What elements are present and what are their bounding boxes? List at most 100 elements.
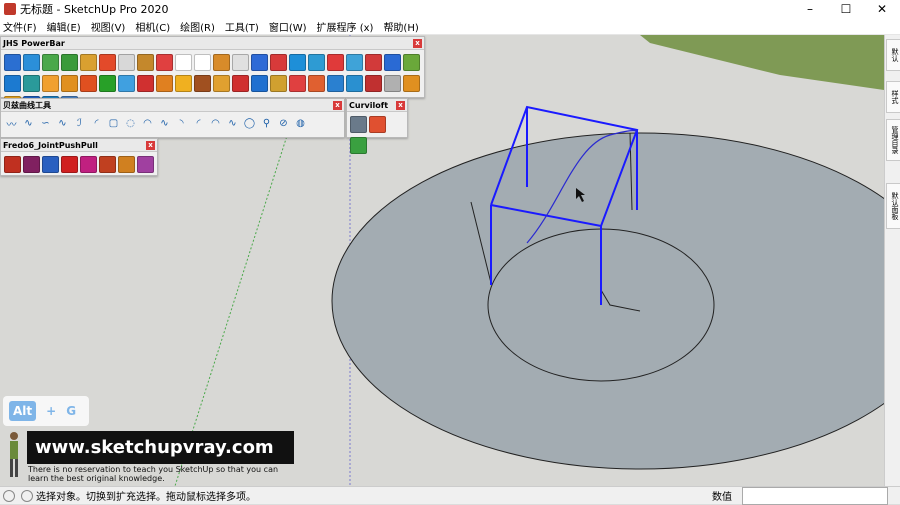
bezier-tool-10-icon[interactable]: ∿ bbox=[157, 116, 172, 131]
bezier-tool-18-icon[interactable]: ◍ bbox=[293, 116, 308, 131]
jhs-tool-34-icon[interactable] bbox=[213, 75, 230, 92]
jhs-tool-38-icon[interactable] bbox=[289, 75, 306, 92]
bezier-tool-11-icon[interactable]: ◝ bbox=[174, 116, 189, 131]
jhs-tool-11-icon[interactable] bbox=[194, 54, 211, 71]
jhs-tool-40-icon[interactable] bbox=[327, 75, 344, 92]
jhs-tool-18-icon[interactable] bbox=[327, 54, 344, 71]
bezier-tool-1-icon[interactable]: 〰 bbox=[4, 116, 19, 131]
jhs-tool-43-icon[interactable] bbox=[384, 75, 401, 92]
jhs-tool-37-icon[interactable] bbox=[270, 75, 287, 92]
jointpushpull-tool-4-icon[interactable] bbox=[61, 156, 78, 173]
jhs-tool-19-icon[interactable] bbox=[346, 54, 363, 71]
jhs-tool-23-icon[interactable] bbox=[4, 75, 21, 92]
jointpushpull-tool-7-icon[interactable] bbox=[118, 156, 135, 173]
jointpushpull-tool-8-icon[interactable] bbox=[137, 156, 154, 173]
menu-camera[interactable]: 相机(C) bbox=[132, 19, 177, 34]
bezier-tool-15-icon[interactable]: ◯ bbox=[242, 116, 257, 131]
menu-window[interactable]: 窗口(W) bbox=[266, 19, 314, 34]
key-g: G bbox=[66, 404, 77, 418]
info-icon[interactable] bbox=[3, 489, 15, 502]
menu-view[interactable]: 视图(V) bbox=[88, 19, 133, 34]
close-button[interactable]: ✕ bbox=[864, 0, 900, 18]
bezier-tool-7-icon[interactable]: ▢ bbox=[106, 116, 121, 131]
jhs-tool-12-icon[interactable] bbox=[213, 54, 230, 71]
jhs-tool-27-icon[interactable] bbox=[80, 75, 97, 92]
tray-tab-components[interactable]: 管理目录 bbox=[886, 119, 900, 161]
jhs-tool-17-icon[interactable] bbox=[308, 54, 325, 71]
bezier-tool-5-icon[interactable]: ℐ bbox=[72, 116, 87, 131]
menu-help[interactable]: 帮助(H) bbox=[380, 19, 425, 34]
jhs-tool-26-icon[interactable] bbox=[61, 75, 78, 92]
close-icon[interactable]: x bbox=[413, 38, 422, 48]
minimize-button[interactable]: – bbox=[792, 0, 828, 18]
close-icon[interactable]: x bbox=[396, 100, 405, 110]
jhs-tool-5-icon[interactable] bbox=[80, 54, 97, 71]
jointpushpull-tool-3-icon[interactable] bbox=[42, 156, 59, 173]
jointpushpull-tool-6-icon[interactable] bbox=[99, 156, 116, 173]
curviloft-tool-3-icon[interactable] bbox=[350, 137, 367, 154]
menu-file[interactable]: 文件(F) bbox=[0, 19, 44, 34]
jhs-tool-15-icon[interactable] bbox=[270, 54, 287, 71]
menu-extensions[interactable]: 扩展程序 (x) bbox=[314, 19, 381, 34]
bezier-tool-14-icon[interactable]: ∿ bbox=[225, 116, 240, 131]
jhs-tool-28-icon[interactable] bbox=[99, 75, 116, 92]
bezier-tool-4-icon[interactable]: ∿ bbox=[55, 116, 70, 131]
measurements-input[interactable] bbox=[742, 487, 888, 505]
jhs-tool-7-icon[interactable] bbox=[118, 54, 135, 71]
jhs-tool-6-icon[interactable] bbox=[99, 54, 116, 71]
jhs-tool-25-icon[interactable] bbox=[42, 75, 59, 92]
bezier-tool-9-icon[interactable]: ◠ bbox=[140, 116, 155, 131]
jhs-tool-41-icon[interactable] bbox=[346, 75, 363, 92]
jointpushpull-tool-5-icon[interactable] bbox=[80, 156, 97, 173]
jhs-tool-36-icon[interactable] bbox=[251, 75, 268, 92]
jhs-tool-8-icon[interactable] bbox=[137, 54, 154, 71]
jhs-tool-9-icon[interactable] bbox=[156, 54, 173, 71]
status-message: 选择对象。切换到扩充选择。拖动鼠标选择多项。 bbox=[36, 492, 256, 503]
close-icon[interactable]: x bbox=[146, 140, 155, 150]
jhs-tool-10-icon[interactable] bbox=[175, 54, 192, 71]
jhs-tool-30-icon[interactable] bbox=[137, 75, 154, 92]
bezier-tool-16-icon[interactable]: ⚲ bbox=[259, 116, 274, 131]
bezier-tool-17-icon[interactable]: ⊘ bbox=[276, 116, 291, 131]
jhs-tool-21-icon[interactable] bbox=[384, 54, 401, 71]
jhs-tool-44-icon[interactable] bbox=[403, 75, 420, 92]
menu-draw[interactable]: 绘图(R) bbox=[177, 19, 222, 34]
geo-location-icon[interactable] bbox=[21, 489, 33, 502]
keyboard-shortcut-hint: Alt + G bbox=[3, 396, 89, 426]
bezier-tool-6-icon[interactable]: ◜ bbox=[89, 116, 104, 131]
menu-edit[interactable]: 编辑(E) bbox=[44, 19, 88, 34]
menu-tools[interactable]: 工具(T) bbox=[222, 19, 266, 34]
bezier-tool-12-icon[interactable]: ◜ bbox=[191, 116, 206, 131]
bezier-tool-13-icon[interactable]: ◠ bbox=[208, 116, 223, 131]
jhs-tool-29-icon[interactable] bbox=[118, 75, 135, 92]
jointpushpull-tool-1-icon[interactable] bbox=[4, 156, 21, 173]
jhs-tool-32-icon[interactable] bbox=[175, 75, 192, 92]
close-icon[interactable]: x bbox=[333, 100, 342, 110]
bezier-tool-2-icon[interactable]: ∿ bbox=[21, 116, 36, 131]
jointpushpull-tool-2-icon[interactable] bbox=[23, 156, 40, 173]
tray-tab-default-panel[interactable]: 默认面板 bbox=[886, 183, 900, 229]
jhs-tool-4-icon[interactable] bbox=[61, 54, 78, 71]
menu-bar: 文件(F) 编辑(E) 视图(V) 相机(C) 绘图(R) 工具(T) 窗口(W… bbox=[0, 18, 900, 35]
jhs-tool-16-icon[interactable] bbox=[289, 54, 306, 71]
jhs-tool-20-icon[interactable] bbox=[365, 54, 382, 71]
bezier-tool-3-icon[interactable]: ∽ bbox=[38, 116, 53, 131]
jhs-tool-35-icon[interactable] bbox=[232, 75, 249, 92]
jhs-tool-14-icon[interactable] bbox=[251, 54, 268, 71]
curviloft-tool-1-icon[interactable] bbox=[350, 116, 367, 133]
maximize-button[interactable]: ☐ bbox=[828, 0, 864, 18]
jhs-tool-22-icon[interactable] bbox=[403, 54, 420, 71]
tray-tab-styles[interactable]: 样式 bbox=[886, 81, 900, 113]
curviloft-tool-2-icon[interactable] bbox=[369, 116, 386, 133]
jhs-tool-2-icon[interactable] bbox=[23, 54, 40, 71]
jhs-tool-42-icon[interactable] bbox=[365, 75, 382, 92]
tray-tab-default[interactable]: 默认 bbox=[886, 39, 900, 71]
jhs-tool-1-icon[interactable] bbox=[4, 54, 21, 71]
bezier-tool-8-icon[interactable]: ◌ bbox=[123, 116, 138, 131]
jhs-tool-39-icon[interactable] bbox=[308, 75, 325, 92]
jhs-tool-3-icon[interactable] bbox=[42, 54, 59, 71]
jhs-tool-33-icon[interactable] bbox=[194, 75, 211, 92]
jhs-tool-24-icon[interactable] bbox=[23, 75, 40, 92]
jhs-tool-13-icon[interactable] bbox=[232, 54, 249, 71]
jhs-tool-31-icon[interactable] bbox=[156, 75, 173, 92]
